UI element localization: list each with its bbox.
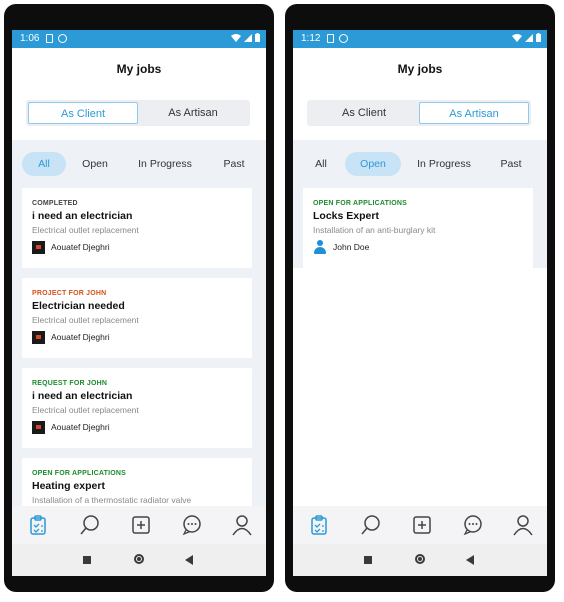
add-square-icon[interactable] [130, 514, 152, 536]
user-name: Aouatef Djeghri [51, 242, 110, 252]
signal-icon [244, 33, 252, 42]
add-square-icon[interactable] [411, 514, 433, 536]
filter-open[interactable]: Open [72, 152, 118, 176]
job-title: Locks Expert [313, 210, 379, 222]
user-name: Aouatef Djeghri [51, 422, 110, 432]
search-icon[interactable] [360, 514, 382, 536]
wifi-icon [512, 33, 522, 42]
avatar [32, 240, 45, 254]
search-icon[interactable] [79, 514, 101, 536]
status-time: 1:12 [301, 33, 321, 44]
job-description: Electrical outlet replacement [32, 405, 139, 415]
page-title: My jobs [397, 62, 443, 76]
job-status-tag: PROJECT FOR JOHN [32, 290, 107, 297]
job-user: Aouatef Djeghri [32, 420, 110, 434]
job-user: Aouatef Djeghri [32, 330, 110, 344]
recents-button[interactable] [83, 556, 91, 564]
signal-icon [525, 33, 533, 42]
job-title: Heating expert [32, 480, 105, 492]
job-status-tag: COMPLETED [32, 200, 78, 207]
battery-icon [536, 33, 541, 42]
user-name: John Doe [333, 242, 370, 252]
chat-bubbles-icon[interactable] [181, 514, 203, 536]
status-bar: 1:06 [12, 30, 266, 48]
jobs-clipboard-icon[interactable] [27, 514, 49, 536]
status-time: 1:06 [20, 33, 40, 44]
jobs-area: All Open In Progress Past OPEN FOR APPLI… [293, 140, 547, 540]
job-status-tag: OPEN FOR APPLICATIONS [313, 200, 408, 207]
job-card[interactable]: REQUEST FOR JOHN i need an electrician E… [22, 368, 252, 448]
job-description: Installation of a thermostatic radiator … [32, 495, 192, 505]
filter-in-progress[interactable]: In Progress [409, 152, 479, 176]
job-description: Electrical outlet replacement [32, 315, 139, 325]
segment-as-client[interactable]: As Client [309, 102, 419, 124]
user-name: Aouatef Djeghri [51, 332, 110, 342]
job-description: Installation of an anti-burglary kit [313, 225, 436, 235]
bottom-tab-bar [12, 506, 266, 544]
sim-icon [46, 34, 53, 43]
filter-all[interactable]: All [299, 152, 343, 176]
job-user: Aouatef Djeghri [32, 240, 110, 254]
android-nav-bar [293, 544, 547, 576]
job-status-tag: OPEN FOR APPLICATIONS [32, 470, 127, 477]
job-title: i need an electrician [32, 210, 133, 222]
filter-in-progress[interactable]: In Progress [130, 152, 200, 176]
job-card[interactable]: COMPLETED i need an electrician Electric… [22, 188, 252, 268]
avatar [32, 420, 45, 434]
job-card[interactable]: OPEN FOR APPLICATIONS Locks Expert Insta… [303, 188, 533, 268]
filter-past[interactable]: Past [212, 152, 256, 176]
screen-left: 1:06 My jobs As Client As Artisan All Op… [12, 30, 266, 576]
profile-icon[interactable] [512, 514, 534, 536]
sync-icon [58, 34, 67, 43]
filter-tabs: All Open In Progress Past [12, 152, 266, 176]
job-title: Electrician needed [32, 300, 125, 312]
wifi-icon [231, 33, 241, 42]
android-nav-bar [12, 544, 266, 576]
back-button[interactable] [185, 555, 193, 565]
segment-as-client[interactable]: As Client [28, 102, 138, 124]
role-switch: As Client As Artisan [26, 100, 250, 126]
sync-icon [339, 34, 348, 43]
job-description: Electrical outlet replacement [32, 225, 139, 235]
filter-past[interactable]: Past [489, 152, 533, 176]
job-title: i need an electrician [32, 390, 133, 402]
job-card[interactable]: PROJECT FOR JOHN Electrician needed Elec… [22, 278, 252, 358]
filter-tabs: All Open In Progress Past [293, 152, 547, 176]
jobs-clipboard-icon[interactable] [308, 514, 330, 536]
recents-button[interactable] [364, 556, 372, 564]
page-title: My jobs [116, 62, 162, 76]
bottom-tab-bar [293, 506, 547, 544]
avatar [32, 330, 45, 344]
home-button[interactable] [134, 554, 144, 564]
chat-bubbles-icon[interactable] [462, 514, 484, 536]
job-user: John Doe [313, 240, 369, 254]
job-status-tag: REQUEST FOR JOHN [32, 380, 108, 387]
jobs-area: All Open In Progress Past COMPLETED i ne… [12, 140, 266, 540]
segment-as-artisan[interactable]: As Artisan [419, 102, 529, 124]
screen-right: 1:12 My jobs As Client As Artisan All Op… [293, 30, 547, 576]
sim-icon [327, 34, 334, 43]
home-button[interactable] [415, 554, 425, 564]
status-bar: 1:12 [293, 30, 547, 48]
battery-icon [255, 33, 260, 42]
filter-all[interactable]: All [22, 152, 66, 176]
person-icon [313, 240, 327, 254]
phone-right: 1:12 My jobs As Client As Artisan All Op… [285, 4, 555, 592]
phone-left: 1:06 My jobs As Client As Artisan All Op… [4, 4, 274, 592]
back-button[interactable] [466, 555, 474, 565]
role-switch: As Client As Artisan [307, 100, 531, 126]
segment-as-artisan[interactable]: As Artisan [138, 102, 248, 124]
profile-icon[interactable] [231, 514, 253, 536]
filter-open[interactable]: Open [345, 152, 401, 176]
